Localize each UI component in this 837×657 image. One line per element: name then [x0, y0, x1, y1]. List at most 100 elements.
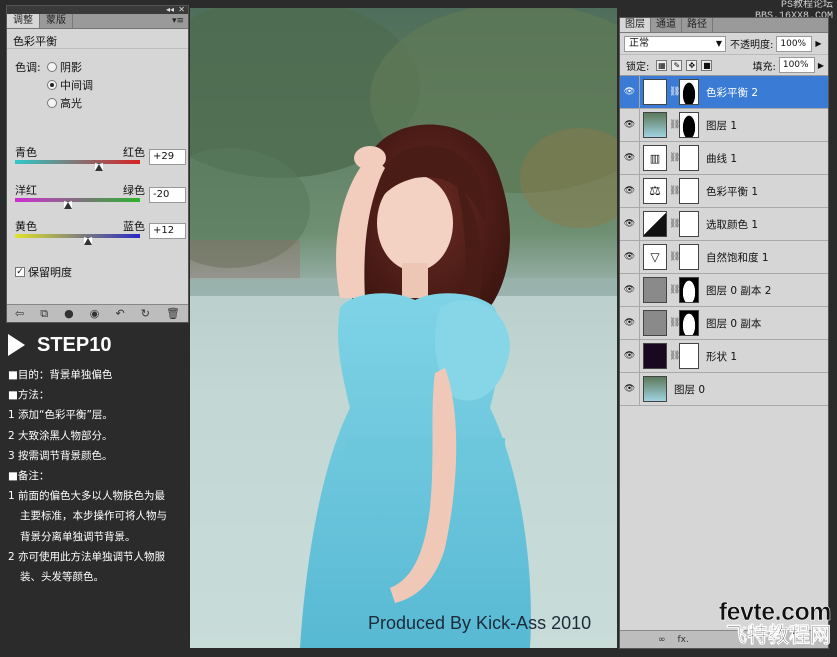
layer-mask-thumbnail[interactable] [679, 277, 699, 303]
clip-icon[interactable]: ⧉ [40, 307, 48, 321]
eye-icon[interactable]: 👁 [620, 174, 640, 208]
layer-mask-thumbnail[interactable] [679, 79, 699, 105]
layer-mask-thumbnail[interactable] [679, 310, 699, 336]
layer-list: 👁 ⚖ ⛓ 色彩平衡 2 👁 ⛓ 图层 1 👁 ▥ ⛓ 曲线 1 👁 ⚖ ⛓ 色彩平衡 1 👁 ⛓ 选取颜色 1 👁… [620, 75, 828, 406]
note-line: 1 前面的偏色大多以人物肤色为最 [8, 490, 166, 503]
preserve-luminosity[interactable]: ✓ 保留明度 [15, 264, 72, 280]
slider-thumb[interactable] [64, 201, 72, 209]
tone-highlights[interactable]: 高光 [47, 95, 82, 111]
panel-menu-icon[interactable]: ▾≡ [172, 14, 184, 28]
slider-thumb[interactable] [84, 237, 92, 245]
eye-icon[interactable]: 👁 [620, 108, 640, 142]
reset-icon[interactable]: ↶ [115, 307, 124, 320]
radio-icon[interactable] [47, 98, 57, 108]
eye-icon[interactable]: 👁 [620, 207, 640, 241]
selective-color-icon[interactable] [643, 211, 667, 237]
chain-link-icon[interactable]: ⛓ [669, 318, 680, 328]
tab-masks[interactable]: 蒙版 [40, 14, 73, 28]
layer-row[interactable]: 👁 ⛓ 图层 1 [620, 108, 828, 142]
slider-value-input[interactable]: -20 [149, 187, 186, 203]
gray-layer-thumbnail[interactable] [643, 310, 667, 336]
layer-mask-thumbnail[interactable] [679, 178, 699, 204]
lock-move-icon[interactable]: ✥ [686, 59, 698, 71]
chain-link-icon[interactable]: ⛓ [669, 153, 680, 163]
tab-channels[interactable]: 通道 [651, 18, 682, 32]
photo-thumbnail[interactable] [643, 112, 667, 138]
layer-row[interactable]: 👁 图层 0 [620, 372, 828, 406]
photo-thumbnail[interactable] [643, 376, 667, 402]
eye-icon[interactable]: 👁 [620, 141, 640, 175]
checkbox-checked-icon[interactable]: ✓ [15, 267, 25, 277]
tone-midtones[interactable]: 中间调 [47, 77, 93, 93]
lock-brush-icon[interactable]: ✎ [671, 59, 683, 71]
chain-link-icon[interactable]: ⛓ [669, 87, 680, 97]
chain-link-icon[interactable]: ⛓ [669, 186, 680, 196]
layer-mask-thumbnail[interactable] [679, 211, 699, 237]
adjustments-footer: ⇦ ⧉ ● ◉ ↶ ↻ 🗑 [7, 304, 188, 322]
fx-icon[interactable]: fx. [678, 635, 689, 645]
refresh-icon[interactable]: ↻ [141, 307, 150, 320]
layer-mask-thumbnail[interactable] [679, 145, 699, 171]
layer-row[interactable]: 👁 ▽ ⛓ 自然饱和度 1 [620, 240, 828, 274]
layer-row[interactable]: 👁 ⛓ 形状 1 [620, 339, 828, 373]
tab-layers[interactable]: 图层 [620, 18, 651, 32]
layer-row[interactable]: 👁 ⛓ 图层 0 副本 [620, 306, 828, 340]
layer-row[interactable]: 👁 ▥ ⛓ 曲线 1 [620, 141, 828, 175]
chain-link-icon[interactable]: ⛓ [669, 285, 680, 295]
lock-row: 锁定: ▦ ✎ ✥ ■ 填充: 100% ▶ [620, 55, 828, 76]
color-balance-icon[interactable]: ⚖ [643, 79, 667, 105]
layer-mask-thumbnail[interactable] [679, 112, 699, 138]
radio-selected-icon[interactable] [47, 80, 57, 90]
eye-icon[interactable]: 👁 [620, 273, 640, 307]
opacity-arrow-icon[interactable]: ▶ [815, 39, 821, 48]
eye-icon[interactable]: 👁 [620, 306, 640, 340]
eye-icon[interactable]: ◉ [90, 307, 100, 320]
layer-name: 自然饱和度 1 [706, 251, 769, 264]
layer-row[interactable]: 👁 ⛓ 图层 0 副本 2 [620, 273, 828, 307]
opacity-input[interactable]: 100% [776, 35, 813, 52]
color-balance-icon[interactable]: ⚖ [643, 178, 667, 204]
tone-shadows[interactable]: 阴影 [47, 59, 82, 75]
radio-icon[interactable] [47, 62, 57, 72]
visibility-mask-icon[interactable]: ● [64, 307, 74, 320]
curves-icon[interactable]: ▥ [643, 145, 667, 171]
eye-icon[interactable]: 👁 [620, 75, 640, 109]
tab-adjustments[interactable]: 调整 [7, 14, 40, 28]
layer-row[interactable]: 👁 ⛓ 选取颜色 1 [620, 207, 828, 241]
link-layers-icon[interactable]: ∞ [658, 635, 666, 645]
lock-transparent-icon[interactable]: ▦ [656, 59, 668, 71]
tab-paths[interactable]: 路径 [682, 18, 713, 32]
eye-icon[interactable]: 👁 [620, 339, 640, 373]
blend-mode-value: 正常 [629, 37, 649, 49]
slider-track[interactable] [15, 234, 140, 238]
lock-all-icon[interactable]: ■ [701, 59, 713, 71]
photo-canvas: Produced By Kick-Ass 2010 [190, 8, 617, 648]
adjustments-tabs: 调整 蒙版 ▾≡ [7, 14, 188, 29]
chain-link-icon[interactable]: ⛓ [669, 252, 680, 262]
chain-link-icon[interactable]: ⛓ [669, 351, 680, 361]
chain-link-icon[interactable]: ⛓ [669, 219, 680, 229]
layer-row[interactable]: 👁 ⚖ ⛓ 色彩平衡 2 [620, 75, 828, 109]
back-icon[interactable]: ⇦ [15, 307, 24, 320]
layer-mask-thumbnail[interactable] [679, 343, 699, 369]
blend-mode-select[interactable]: 正常 ▼ [624, 35, 726, 52]
fill-input[interactable]: 100% [778, 57, 815, 73]
slider-value-input[interactable]: +12 [149, 223, 186, 239]
slider-thumb[interactable] [94, 163, 103, 171]
eye-icon[interactable]: 👁 [620, 372, 640, 406]
step-header: STEP10 [6, 330, 189, 360]
collapse-icon[interactable]: ◂◂ [166, 5, 174, 14]
eye-icon[interactable]: 👁 [620, 240, 640, 274]
slider-track[interactable] [15, 198, 140, 202]
close-icon[interactable]: ✕ [178, 5, 185, 14]
layer-mask-thumbnail[interactable] [679, 244, 699, 270]
shape-thumbnail[interactable] [643, 343, 667, 369]
fill-arrow-icon[interactable]: ▶ [818, 61, 824, 70]
vibrance-icon[interactable]: ▽ [643, 244, 667, 270]
slider-value-input[interactable]: +29 [149, 149, 186, 165]
chain-link-icon[interactable]: ⛓ [669, 120, 680, 130]
slider-track[interactable] [15, 160, 140, 164]
gray-layer-thumbnail[interactable] [643, 277, 667, 303]
trash-icon[interactable]: 🗑 [166, 307, 180, 320]
layer-row[interactable]: 👁 ⚖ ⛓ 色彩平衡 1 [620, 174, 828, 208]
